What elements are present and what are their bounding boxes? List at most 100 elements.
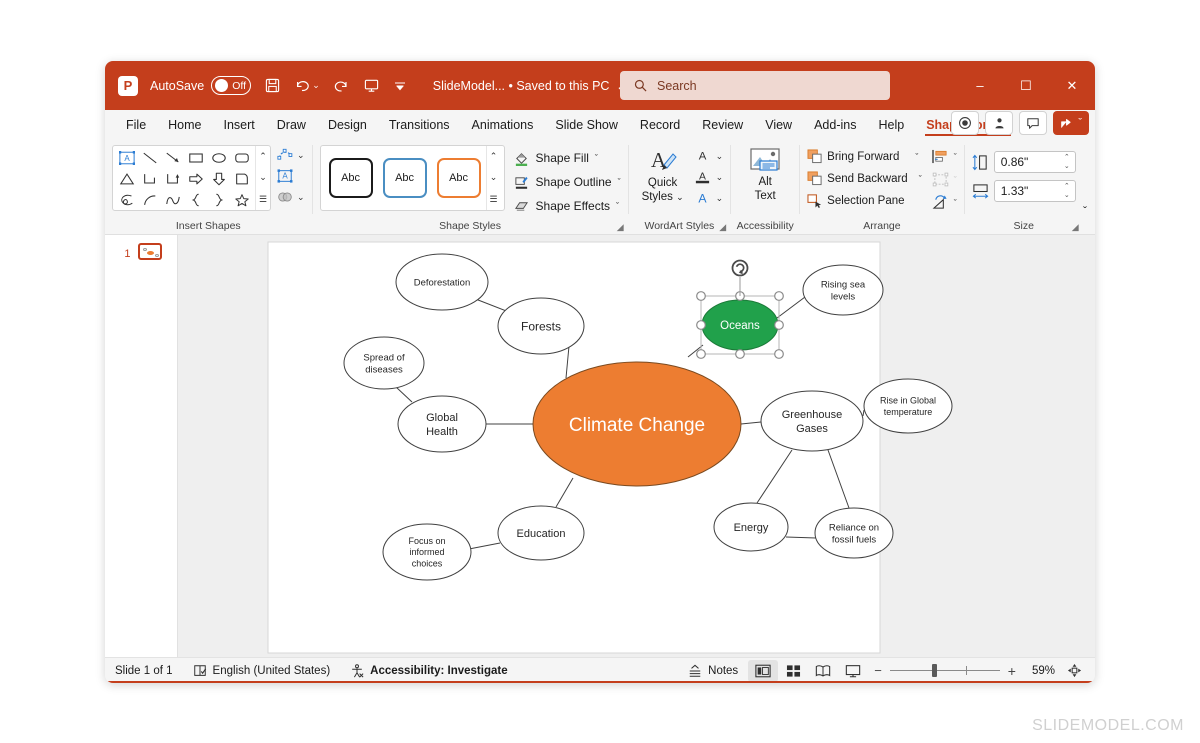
tab-draw[interactable]: Draw	[266, 115, 317, 135]
tab-record[interactable]: Record	[629, 115, 691, 135]
undo-caret-icon[interactable]: ⌄	[312, 80, 320, 91]
shape-height-input[interactable]: 0.86" ⌃ ⌄	[993, 151, 1076, 173]
elbow-arrow-shape[interactable]	[161, 168, 184, 189]
shapes-gallery-more-icon[interactable]: ☰	[259, 194, 267, 205]
shapes-scroll-down-icon[interactable]: ⌄	[259, 172, 267, 183]
elbow-connector-shape[interactable]	[138, 168, 161, 189]
share-caret-icon[interactable]: ˇ	[1078, 117, 1082, 129]
tab-insert[interactable]: Insert	[213, 115, 266, 135]
shapes-scroll-up-icon[interactable]: ⌃	[259, 151, 267, 162]
width-spin-down-icon[interactable]: ⌄	[1064, 191, 1070, 200]
merge-shapes-caret-icon[interactable]: ⌄	[297, 192, 305, 203]
text-fill-button[interactable]: A ⌄	[694, 148, 724, 165]
shape-effects-button[interactable]: Shape Effects ˇ	[514, 198, 621, 214]
shapes-gallery-scroll[interactable]: ⌃ ⌄ ☰	[255, 146, 270, 210]
tab-review[interactable]: Review	[691, 115, 754, 135]
share-button[interactable]: ˇ	[1053, 111, 1089, 135]
tab-view[interactable]: View	[754, 115, 803, 135]
height-spin-up-icon[interactable]: ⌃	[1064, 153, 1070, 162]
text-outline-button[interactable]: A ⌄	[694, 169, 723, 186]
shape-styles-scroll[interactable]: ⌃ ⌄ ☰	[485, 146, 501, 210]
shape-styles-dialog-launcher[interactable]: ◢	[617, 219, 624, 235]
teams-meeting-button[interactable]	[985, 111, 1014, 135]
slide-thumbnail-preview[interactable]	[137, 243, 162, 260]
wordart-dialog-launcher[interactable]: ◢	[719, 219, 726, 235]
tab-transitions[interactable]: Transitions	[378, 115, 461, 135]
accessibility-status[interactable]: Accessibility: Investigate	[340, 663, 517, 678]
pentagon-shape[interactable]	[230, 168, 253, 189]
draw-textbox-button[interactable]: A	[276, 168, 305, 184]
search-box[interactable]: Search	[620, 71, 890, 100]
slide-counter[interactable]: Slide 1 of 1	[105, 665, 183, 677]
shape-width-input[interactable]: 1.33" ⌃ ⌄	[993, 180, 1076, 202]
rotate-caret-icon[interactable]: ˇ	[954, 198, 957, 208]
text-fill-caret-icon[interactable]: ⌄	[716, 151, 724, 162]
shape-height-spinner[interactable]: ⌃ ⌄	[1064, 153, 1070, 171]
selection-pane-button[interactable]: Selection Pane	[807, 193, 922, 208]
document-title[interactable]: SlideModel... • Saved to this PC	[433, 79, 610, 93]
comments-button[interactable]	[1019, 111, 1048, 135]
left-brace-shape[interactable]	[184, 189, 207, 210]
star-shape[interactable]	[230, 189, 253, 210]
insert-shapes-gallery[interactable]: A ⌃ ⌄ ☰	[112, 145, 271, 211]
shape-outline-button[interactable]: Shape Outline ˇ	[514, 174, 621, 190]
align-caret-icon[interactable]: ˇ	[954, 152, 957, 162]
right-brace-shape[interactable]	[207, 189, 230, 210]
shape-styles-gallery[interactable]: Abc Abc Abc ⌃ ⌄ ☰	[319, 145, 505, 211]
minimize-button[interactable]: –	[957, 61, 1003, 110]
line-shape[interactable]	[138, 147, 161, 168]
tab-slide-show[interactable]: Slide Show	[544, 115, 629, 135]
shape-style-preset-1[interactable]: Abc	[328, 158, 373, 198]
tab-design[interactable]: Design	[317, 115, 378, 135]
maximize-button[interactable]: ☐	[1003, 61, 1049, 110]
customize-quick-access-toolbar-icon[interactable]	[393, 80, 407, 92]
shape-style-preset-3[interactable]: Abc	[436, 158, 481, 198]
slideshow-view-button[interactable]	[838, 660, 868, 682]
reading-view-button[interactable]	[808, 660, 838, 682]
group-caret-icon[interactable]: ˇ	[954, 175, 957, 185]
size-dialog-launcher[interactable]: ◢	[1072, 219, 1079, 235]
rounded-rectangle-shape[interactable]	[230, 147, 253, 168]
down-arrow-shape[interactable]	[207, 168, 230, 189]
ribbon-collapse-button[interactable]: ˇ	[1083, 204, 1087, 218]
shape-outline-caret-icon[interactable]: ˇ	[618, 177, 621, 187]
height-spin-down-icon[interactable]: ⌄	[1064, 162, 1070, 171]
styles-scroll-up-icon[interactable]: ⌃	[490, 151, 498, 162]
zoom-thumb[interactable]	[931, 664, 937, 677]
language-status[interactable]: English (United States)	[183, 664, 341, 678]
rectangle-shape[interactable]	[184, 147, 207, 168]
redo-icon[interactable]	[334, 79, 350, 93]
arc-shape[interactable]	[138, 189, 161, 210]
send-backward-button[interactable]: Send Backward ˇ	[807, 171, 922, 186]
tab-file[interactable]: File	[115, 115, 157, 135]
merge-shapes-button[interactable]: ⌄	[276, 189, 305, 205]
undo-icon[interactable]: ⌄	[294, 79, 320, 93]
shape-fill-button[interactable]: Shape Fill ˇ	[514, 150, 621, 166]
styles-scroll-down-icon[interactable]: ⌄	[490, 172, 498, 183]
tab-home[interactable]: Home	[157, 115, 212, 135]
close-button[interactable]: ✕	[1049, 61, 1095, 110]
oval-shape[interactable]	[207, 147, 230, 168]
tab-add-ins[interactable]: Add-ins	[803, 115, 867, 135]
alt-text-button[interactable]: Alt Text	[738, 145, 792, 203]
zoom-level-label[interactable]: 59%	[1022, 665, 1059, 677]
zoom-in-button[interactable]: +	[1008, 663, 1016, 679]
textbox-shape[interactable]: A	[115, 147, 138, 168]
shape-width-spinner[interactable]: ⌃ ⌄	[1064, 182, 1070, 200]
shape-style-preset-2[interactable]: Abc	[382, 158, 427, 198]
curve-shape[interactable]	[161, 189, 184, 210]
normal-view-button[interactable]	[748, 659, 779, 682]
group-objects-button[interactable]: ˇ	[932, 172, 957, 187]
rotate-objects-button[interactable]: ˇ	[932, 195, 957, 210]
start-presentation-icon[interactable]	[364, 78, 379, 93]
bring-forward-button[interactable]: Bring Forward ˇ	[807, 149, 922, 164]
notes-button[interactable]: Notes	[678, 664, 748, 678]
shape-effects-caret-icon[interactable]: ˇ	[616, 201, 619, 211]
line-arrow-shape[interactable]	[161, 147, 184, 168]
zoom-out-button[interactable]: −	[874, 663, 882, 678]
fit-to-window-button[interactable]	[1059, 660, 1089, 682]
text-effects-button[interactable]: A ⌄	[694, 190, 723, 207]
width-spin-up-icon[interactable]: ⌃	[1064, 182, 1070, 191]
tab-help[interactable]: Help	[867, 115, 915, 135]
zoom-slider[interactable]: − +	[874, 663, 1016, 679]
